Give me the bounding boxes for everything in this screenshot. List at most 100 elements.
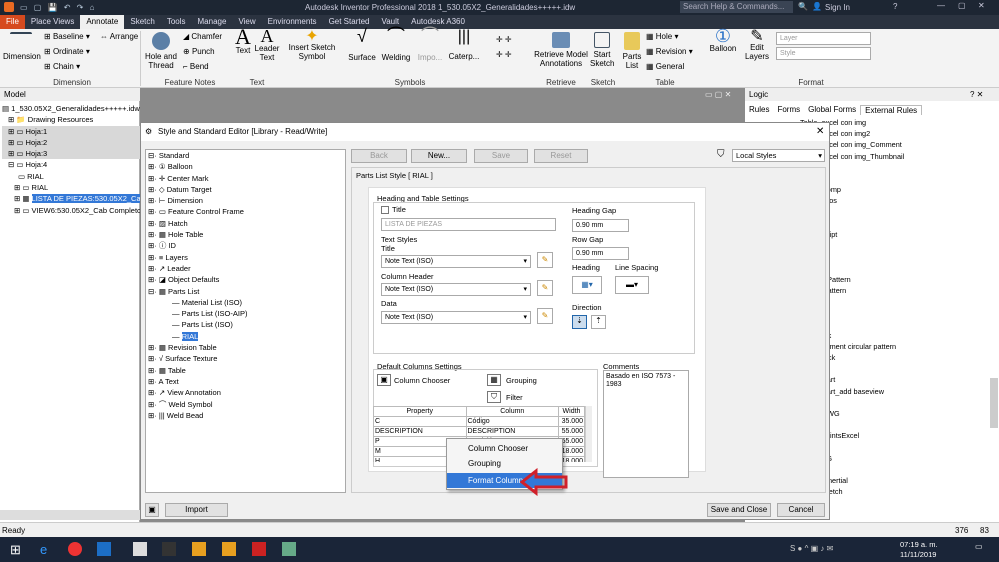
- import-symbol-button[interactable]: ⌒ Impo...: [414, 27, 446, 62]
- table-cell[interactable]: 55.000: [558, 426, 585, 437]
- column-header-column[interactable]: Column: [465, 406, 559, 417]
- title-style-select[interactable]: Note Text (ISO) ▾: [381, 255, 531, 268]
- symbol-tools[interactable]: ✛ ✛ ✛ ✛: [496, 32, 512, 62]
- logic-tab[interactable]: Logic ? ✕: [745, 88, 999, 101]
- tree-item[interactable]: ⊞· ≡ Layers: [148, 252, 345, 263]
- app-icon[interactable]: [133, 542, 147, 556]
- tree-item[interactable]: ⊞· ▭ Feature Control Frame: [148, 206, 345, 217]
- title-checkbox[interactable]: [381, 206, 389, 214]
- edit-style-icon[interactable]: ✎: [537, 308, 553, 324]
- tree-item[interactable]: ⊞· √ Surface Texture: [148, 353, 345, 364]
- layer-select[interactable]: Layer: [776, 32, 871, 45]
- baseline-button[interactable]: ⊞ Baseline ▾: [44, 32, 90, 41]
- browser-item[interactable]: ⊞ ▭ RIAL: [2, 182, 140, 193]
- tree-item[interactable]: ⊞· ▦ Revision Table: [148, 342, 345, 353]
- table-cell[interactable]: DESCRIPTION: [465, 426, 559, 437]
- quick-access-icons[interactable]: ▭ ▢ 💾 ↶ ↷ ⌂: [20, 3, 96, 12]
- user-icon[interactable]: 👤: [812, 2, 822, 11]
- save-button[interactable]: Save: [474, 149, 528, 163]
- browser-item[interactable]: ⊟ ▭ Hoja:4: [2, 159, 140, 170]
- new-button[interactable]: New...: [411, 149, 467, 163]
- acrobat-icon[interactable]: [252, 542, 266, 556]
- row-gap-input[interactable]: 0.90 mm: [572, 247, 629, 260]
- data-style-select[interactable]: Note Text (ISO) ▾: [381, 311, 531, 324]
- arrange-button[interactable]: ⇔ Arrange: [100, 32, 138, 41]
- inventor-icon[interactable]: [222, 542, 236, 556]
- tree-item[interactable]: ⊞· ▦ Hole Table: [148, 229, 345, 240]
- tree-item[interactable]: ⊞· ||| Weld Bead: [148, 410, 345, 421]
- tab-external-rules[interactable]: External Rules: [860, 104, 923, 115]
- bend-button[interactable]: ⌐ Bend: [183, 62, 209, 71]
- back-button[interactable]: Back: [351, 149, 407, 163]
- tab-tools[interactable]: Tools: [161, 15, 192, 29]
- close-button[interactable]: ✕: [978, 1, 985, 10]
- tree-item[interactable]: ⊟· Standard: [148, 150, 345, 161]
- table-row[interactable]: DESCRIPTION DESCRIPTION 55.000: [373, 426, 585, 437]
- tab-rules[interactable]: Rules: [745, 105, 773, 114]
- cancel-button[interactable]: Cancel: [777, 503, 825, 517]
- tree-item[interactable]: ⊞· A Text: [148, 376, 345, 387]
- column-chooser-icon[interactable]: ▣: [377, 374, 391, 386]
- tray-icons[interactable]: S ● ^ ▣ ♪ ✉: [790, 544, 833, 553]
- chrome-icon[interactable]: [68, 542, 82, 556]
- browser-file[interactable]: ▤ 1_530.05X2_Generalidades+++++.idw: [2, 103, 140, 114]
- edit-style-icon[interactable]: ✎: [537, 252, 553, 268]
- punch-button[interactable]: ⊕ Punch: [183, 47, 215, 56]
- help-button[interactable]: ▣: [145, 503, 159, 517]
- edge-icon[interactable]: e: [40, 542, 47, 557]
- table-cell[interactable]: 35.000: [558, 416, 585, 427]
- search-icon[interactable]: 🔍: [798, 2, 808, 11]
- ordinate-button[interactable]: ⊞ Ordinate ▾: [44, 47, 90, 56]
- tree-item[interactable]: ⊞· ↗ View Annotation: [148, 387, 345, 398]
- tab-annotate[interactable]: Annotate: [80, 15, 125, 29]
- sign-in-link[interactable]: Sign In: [825, 3, 850, 12]
- model-tab[interactable]: Model: [0, 88, 140, 101]
- windows-start-icon[interactable]: ⊞: [10, 542, 21, 558]
- tab-get-started[interactable]: Get Started: [323, 15, 376, 29]
- col-header-style-select[interactable]: Note Text (ISO) ▾: [381, 283, 531, 296]
- direction-up-button[interactable]: ⇡: [591, 315, 606, 329]
- outlook-icon[interactable]: [97, 542, 111, 556]
- inventor-icon[interactable]: [192, 542, 206, 556]
- table-cell[interactable]: DESCRIPTION: [373, 426, 467, 437]
- tree-item[interactable]: — Material List (ISO): [148, 297, 345, 308]
- filter-settings-icon[interactable]: ⛉: [487, 391, 501, 403]
- tree-item[interactable]: ⊞· ◪ Object Defaults: [148, 274, 345, 285]
- save-close-button[interactable]: Save and Close: [707, 503, 771, 517]
- tree-item[interactable]: ⊞· ◇ Datum Target: [148, 184, 345, 195]
- edit-style-icon[interactable]: ✎: [537, 280, 553, 296]
- minimize-button[interactable]: —: [937, 1, 945, 10]
- vertical-scrollbar[interactable]: [990, 378, 998, 428]
- tree-item[interactable]: ⊞· ① Balloon: [148, 161, 345, 172]
- tab-file[interactable]: File: [0, 15, 25, 29]
- title-input[interactable]: LISTA DE PIEZAS: [381, 218, 556, 231]
- column-header-width[interactable]: Width: [558, 406, 585, 417]
- browser-item[interactable]: ⊞ ▭ Hoja:3: [2, 148, 140, 160]
- tab-place-views[interactable]: Place Views: [25, 15, 80, 29]
- tab-sketch[interactable]: Sketch: [124, 15, 160, 29]
- revision-button[interactable]: ▦ Revision ▾: [646, 47, 693, 56]
- dialog-close-button[interactable]: ✕: [816, 126, 824, 137]
- insert-sketch-symbol-button[interactable]: ✦ Insert Sketch Symbol: [287, 29, 337, 62]
- maximize-button[interactable]: ▢: [958, 1, 966, 10]
- surface-button[interactable]: √ Surface: [346, 27, 378, 62]
- horizontal-scrollbar[interactable]: [0, 510, 140, 520]
- hole-table-button[interactable]: ▦ Hole ▾: [646, 32, 678, 41]
- tab-global-forms[interactable]: Global Forms: [804, 105, 860, 114]
- tree-item[interactable]: ⊞· ⓘ ID: [148, 240, 345, 251]
- style-select[interactable]: Style: [776, 47, 871, 60]
- tree-item[interactable]: — Parts List (ISO): [148, 319, 345, 330]
- chamfer-button[interactable]: ◢ Chamfer: [183, 32, 222, 41]
- notifications-icon[interactable]: ▭: [975, 542, 983, 551]
- start-sketch-button[interactable]: Start Sketch: [590, 32, 614, 68]
- menu-item-column-chooser[interactable]: Column Chooser: [447, 441, 562, 456]
- edit-layers-button[interactable]: ✎ Edit Layers: [742, 29, 772, 62]
- retrieve-model-button[interactable]: Retrieve Model Annotations: [532, 32, 590, 68]
- app-icon[interactable]: [162, 542, 176, 556]
- import-button[interactable]: Import: [165, 503, 228, 517]
- reset-button[interactable]: Reset: [534, 149, 588, 163]
- help-icon[interactable]: ?: [893, 2, 897, 11]
- tree-item[interactable]: ⊞· ✛ Center Mark: [148, 173, 345, 184]
- hole-thread-button[interactable]: Hole and Thread: [143, 32, 179, 70]
- text-button[interactable]: A Text: [232, 26, 254, 56]
